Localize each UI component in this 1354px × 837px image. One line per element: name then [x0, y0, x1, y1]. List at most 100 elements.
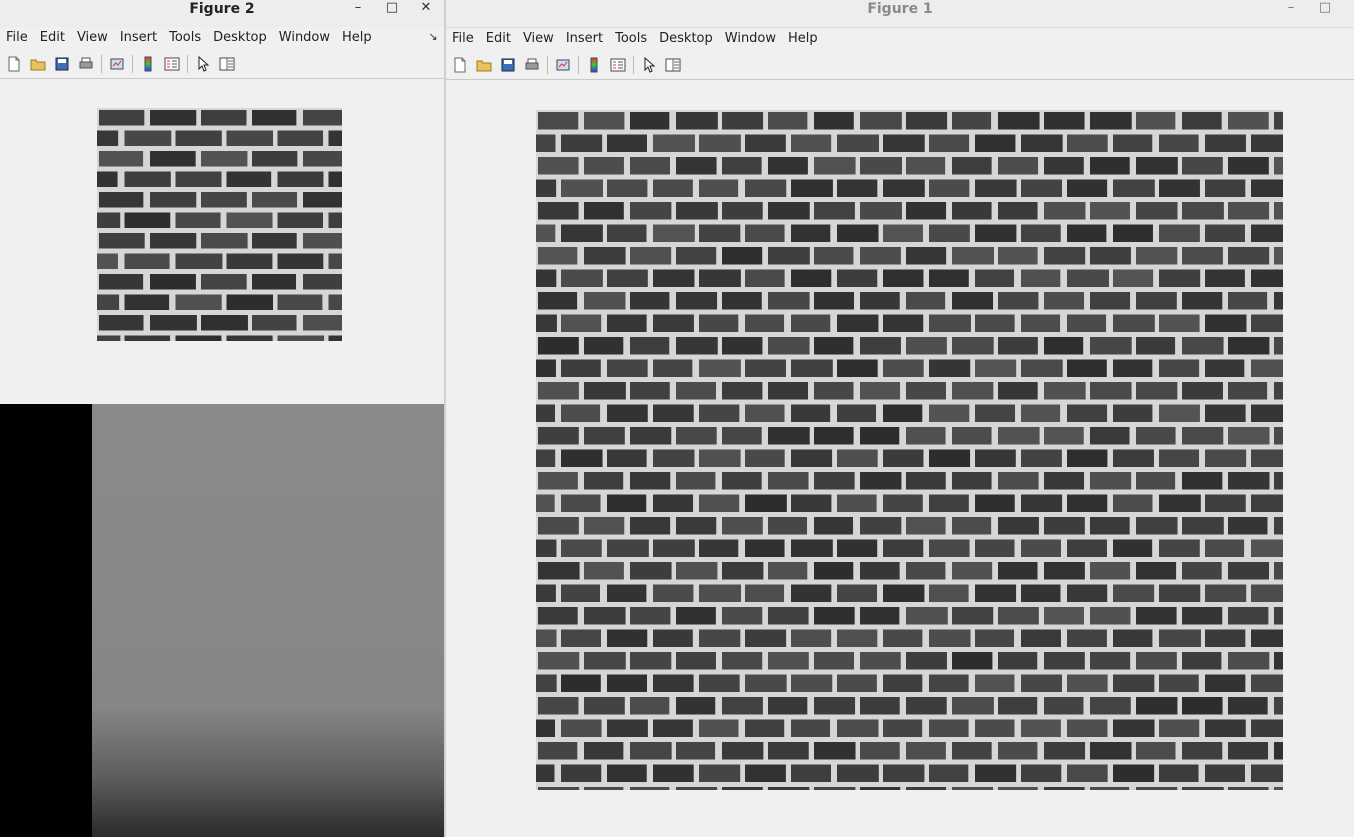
brick [883, 674, 923, 692]
brick [630, 652, 672, 670]
brick [1228, 652, 1270, 670]
brick [124, 294, 170, 310]
brick [768, 382, 809, 400]
save-icon[interactable] [498, 55, 518, 75]
menu-window[interactable]: Window [719, 28, 782, 50]
maximize-icon[interactable]: □ [1313, 0, 1337, 18]
brick [722, 742, 764, 760]
brick [722, 517, 763, 535]
brick [860, 652, 901, 670]
brick [998, 472, 1039, 490]
figure1-titlebar[interactable]: Figure 1 – □ [446, 0, 1354, 28]
brick [722, 697, 763, 715]
menu-help[interactable]: Help [782, 28, 824, 50]
select-pointer-icon[interactable] [639, 55, 659, 75]
menu-view[interactable]: View [517, 28, 560, 50]
open-file-icon[interactable] [474, 55, 494, 75]
brick [1251, 449, 1283, 467]
colorbar-icon[interactable] [138, 54, 158, 74]
new-figure-icon[interactable] [4, 54, 24, 74]
brick [1044, 472, 1085, 490]
brick [1205, 314, 1247, 332]
brick [975, 629, 1015, 647]
dock-arrow-icon[interactable]: ↘ [424, 29, 442, 47]
new-figure-icon[interactable] [450, 55, 470, 75]
brick [906, 382, 946, 400]
brick [699, 224, 741, 242]
brick [124, 212, 171, 228]
brick [175, 294, 222, 310]
brick [1274, 427, 1283, 445]
brick [561, 449, 603, 467]
brick [584, 742, 624, 760]
menu-file[interactable]: File [0, 27, 34, 49]
link-plot-icon[interactable] [553, 55, 573, 75]
colorbar-icon[interactable] [584, 55, 604, 75]
brick [1044, 607, 1084, 625]
menu-tools[interactable]: Tools [609, 28, 653, 50]
menu-window[interactable]: Window [273, 27, 336, 49]
menu-insert[interactable]: Insert [560, 28, 609, 50]
menu-help[interactable]: Help [336, 27, 378, 49]
print-icon[interactable] [76, 54, 96, 74]
brick [883, 224, 923, 242]
brick [768, 112, 808, 130]
close-icon[interactable]: ✕ [414, 0, 438, 18]
select-pointer-icon[interactable] [193, 54, 213, 74]
brick [952, 472, 992, 490]
brick [584, 517, 625, 535]
brick [1136, 652, 1177, 670]
brick [607, 629, 648, 647]
brick [791, 719, 831, 737]
brick [1228, 337, 1270, 355]
menu-insert[interactable]: Insert [114, 27, 163, 49]
brick [860, 292, 900, 310]
brick [1113, 269, 1154, 287]
brick [1113, 359, 1153, 377]
brick [630, 697, 670, 715]
brick [1228, 472, 1270, 490]
brick [975, 449, 1016, 467]
brick [1228, 742, 1269, 760]
brick [175, 130, 222, 146]
link-plot-icon[interactable] [107, 54, 127, 74]
brick [837, 449, 878, 467]
brick [201, 315, 248, 331]
menu-file[interactable]: File [446, 28, 480, 50]
brick [975, 539, 1015, 557]
open-file-icon[interactable] [28, 54, 48, 74]
brick [607, 134, 647, 152]
brick [538, 112, 579, 130]
minimize-icon[interactable]: – [346, 0, 370, 18]
property-editor-icon[interactable] [217, 54, 237, 74]
menu-edit[interactable]: Edit [480, 28, 517, 50]
menu-edit[interactable]: Edit [34, 27, 71, 49]
brick [201, 192, 247, 208]
brick [1182, 112, 1222, 130]
brick [584, 562, 624, 580]
maximize-icon[interactable]: □ [380, 0, 404, 18]
menu-desktop[interactable]: Desktop [653, 28, 719, 50]
brick [97, 212, 121, 228]
minimize-icon[interactable]: – [1279, 0, 1303, 18]
menu-tools[interactable]: Tools [163, 27, 207, 49]
brick [722, 562, 764, 580]
brick [699, 494, 740, 512]
brick [1090, 382, 1132, 400]
menu-desktop[interactable]: Desktop [207, 27, 273, 49]
brick [1182, 202, 1224, 220]
legend-icon[interactable] [162, 54, 182, 74]
menu-view[interactable]: View [71, 27, 114, 49]
brick [1251, 314, 1283, 332]
figure2-titlebar[interactable]: Figure 2 – □ ✕ [0, 0, 444, 28]
property-editor-icon[interactable] [663, 55, 683, 75]
brick [607, 494, 647, 512]
brick [745, 359, 786, 377]
brick [837, 359, 878, 377]
save-icon[interactable] [52, 54, 72, 74]
brick [906, 202, 947, 220]
legend-icon[interactable] [608, 55, 628, 75]
brick [1205, 719, 1246, 737]
brick [814, 562, 854, 580]
print-icon[interactable] [522, 55, 542, 75]
